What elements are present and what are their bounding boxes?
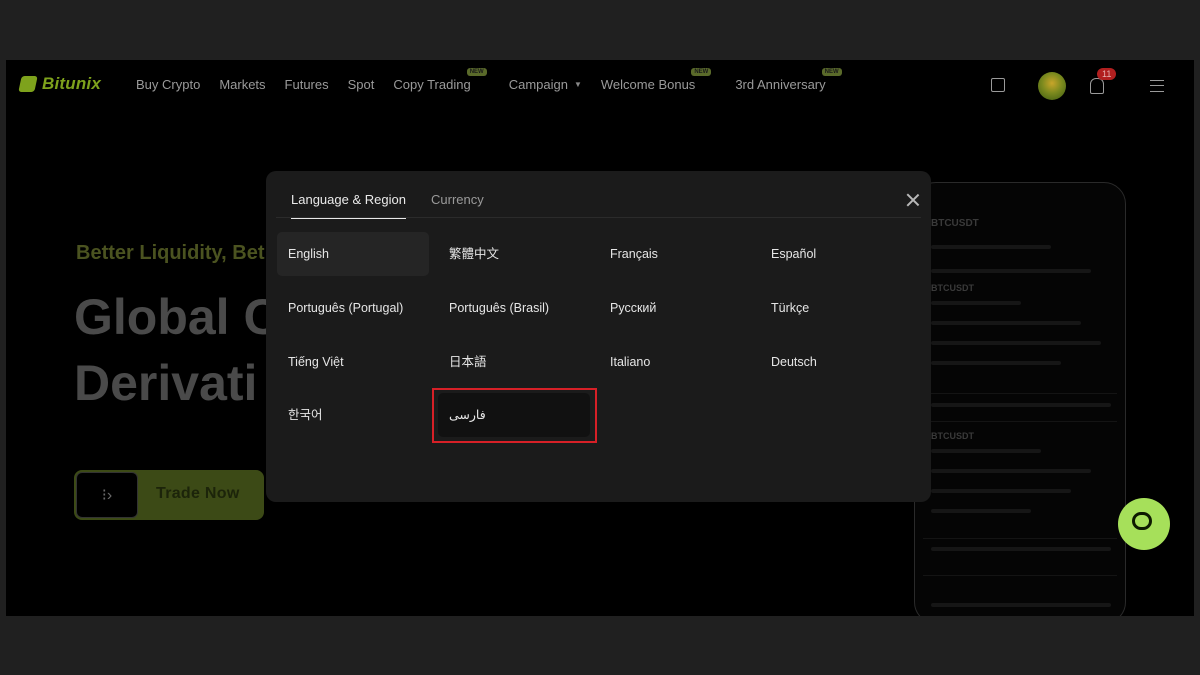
phone-placeholder-line: [931, 489, 1071, 493]
nav-markets[interactable]: Markets: [219, 77, 265, 92]
wallet-icon[interactable]: [991, 78, 1005, 92]
hero-title-line1: Global C: [74, 289, 280, 345]
phone-placeholder-line: [931, 245, 1051, 249]
language-option-english[interactable]: English: [277, 232, 429, 276]
phone-placeholder-line: [931, 321, 1081, 325]
trade-now-label: Trade Now: [156, 485, 240, 502]
phone-placeholder-line: [931, 361, 1061, 365]
phone-placeholder-line: [931, 449, 1041, 453]
phone-placeholder-line: [931, 341, 1101, 345]
nav-buy-crypto[interactable]: Buy Crypto: [136, 77, 200, 92]
chevron-down-icon: ▼: [573, 80, 582, 89]
phone-bottom-bar: [931, 603, 1111, 607]
hero-title-line2: Derivati: [74, 355, 258, 411]
hero-subtitle: Better Liquidity, Bet: [76, 242, 265, 264]
close-icon[interactable]: [906, 193, 920, 207]
language-region-modal: Language & Region Currency English 繁體中文 …: [266, 171, 931, 502]
top-nav: Bitunix Buy Crypto Markets Futures Spot …: [6, 60, 1194, 110]
language-option-vietnamese[interactable]: Tiếng Việt: [277, 340, 429, 384]
phone-divider: [923, 421, 1117, 422]
tab-language-region[interactable]: Language & Region: [291, 192, 406, 219]
language-option-japanese[interactable]: 日本語: [438, 340, 590, 384]
phone-symbol: BTCUSDT: [931, 431, 974, 441]
new-badge: NEW: [821, 68, 842, 76]
hero-title: Global C Derivati: [74, 284, 280, 416]
notification-count-badge: 11: [1097, 68, 1117, 80]
hamburger-icon[interactable]: [1150, 80, 1164, 92]
nav-campaign[interactable]: Campaign ▼: [509, 77, 582, 92]
phone-symbol: BTCUSDT: [931, 283, 974, 293]
phone-placeholder-line: [931, 509, 1031, 513]
chat-bubble-icon: [1132, 512, 1152, 530]
phone-placeholder-line: [931, 269, 1091, 273]
app-window: Bitunix Buy Crypto Markets Futures Spot …: [6, 60, 1194, 616]
language-option-italian[interactable]: Italiano: [599, 340, 751, 384]
phone-placeholder-line: [931, 469, 1091, 473]
tab-currency[interactable]: Currency: [431, 192, 484, 207]
language-option-french[interactable]: Français: [599, 232, 751, 276]
brand-logo[interactable]: Bitunix: [18, 72, 102, 96]
nav-3rd-anniversary[interactable]: 3rd Anniversary NEW: [735, 68, 842, 92]
language-option-traditional-chinese[interactable]: 繁體中文: [438, 232, 590, 276]
chat-button[interactable]: [1118, 498, 1170, 550]
nav-welcome-bonus[interactable]: Welcome Bonus NEW: [601, 68, 712, 92]
language-option-portuguese-portugal[interactable]: Português (Portugal): [277, 286, 429, 330]
new-badge: NEW: [691, 68, 712, 76]
language-option-russian[interactable]: Русский: [599, 286, 751, 330]
new-badge: NEW: [466, 68, 487, 76]
language-option-korean[interactable]: 한국어: [277, 393, 429, 437]
nav-futures[interactable]: Futures: [285, 77, 329, 92]
phone-divider: [923, 393, 1117, 394]
phone-placeholder-line: [931, 403, 1111, 407]
logo-mark-icon: [18, 76, 38, 92]
language-option-portuguese-brazil[interactable]: Português (Brasil): [438, 286, 590, 330]
phone-placeholder-line: [931, 301, 1021, 305]
avatar[interactable]: [1038, 72, 1066, 100]
bell-icon[interactable]: [1090, 78, 1104, 94]
phone-divider: [923, 575, 1117, 576]
brand-name: Bitunix: [42, 74, 102, 93]
app-preview-phone: BTCUSDT BTCUSDT BTCUSDT: [914, 182, 1126, 616]
nav-spot[interactable]: Spot: [348, 77, 375, 92]
nav-copy-trading[interactable]: Copy Trading NEW: [393, 68, 487, 92]
highlight-box: [432, 388, 597, 443]
language-option-spanish[interactable]: Español: [760, 232, 912, 276]
tab-divider: [276, 217, 921, 218]
trade-now-button[interactable]: ⁝› Trade Now: [74, 470, 264, 520]
phone-pair-title: BTCUSDT: [931, 218, 979, 229]
language-option-german[interactable]: Deutsch: [760, 340, 912, 384]
main-menu: Buy Crypto Markets Futures Spot Copy Tra…: [136, 68, 845, 92]
phone-divider: [923, 538, 1117, 539]
phone-placeholder-line: [931, 547, 1111, 551]
arrow-icon: ⁝›: [76, 472, 138, 518]
language-option-turkish[interactable]: Türkçe: [760, 286, 912, 330]
